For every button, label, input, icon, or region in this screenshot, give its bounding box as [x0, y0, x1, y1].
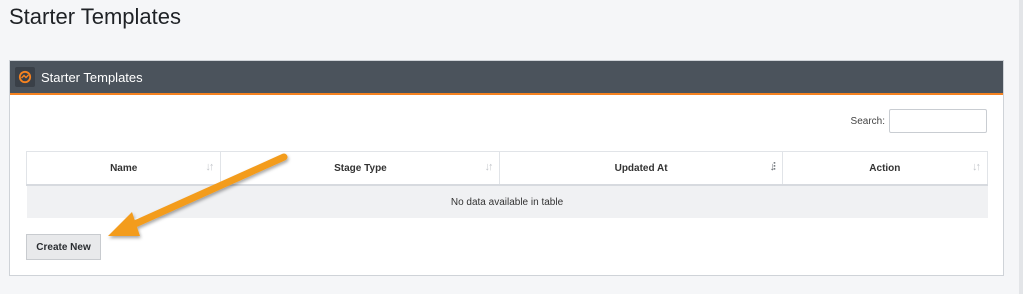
table-row: No data available in table: [26, 185, 988, 218]
templates-table: Name ↓↑ Stage Type ↓↑ Updated At ↓⫶ Acti…: [25, 151, 989, 218]
search-row: Search:: [851, 109, 987, 133]
column-header-updated-at[interactable]: Updated At ↓⫶: [499, 151, 783, 186]
search-label: Search:: [850, 115, 885, 127]
column-header-action[interactable]: Action ↓↑: [781, 151, 989, 186]
sort-icon: ↓↑: [972, 161, 981, 173]
table-header-row: Name ↓↑ Stage Type ↓↑ Updated At ↓⫶ Acti…: [25, 151, 989, 186]
starter-templates-panel: Starter Templates Search: Name ↓↑ Stage …: [9, 60, 1004, 276]
search-input[interactable]: [889, 109, 987, 133]
template-logo-icon: [15, 67, 35, 87]
panel-header: Starter Templates: [10, 61, 1003, 95]
create-new-button[interactable]: Create New: [26, 234, 101, 260]
panel-title: Starter Templates: [41, 69, 143, 85]
column-header-stage-type[interactable]: Stage Type ↓↑: [220, 151, 501, 186]
sort-icon: ↓↑: [205, 161, 214, 173]
sort-descending-icon: ↓⫶: [769, 161, 775, 173]
scrollbar[interactable]: [1019, 0, 1023, 294]
sort-icon: ↓↑: [484, 161, 493, 173]
page-title: Starter Templates: [9, 4, 182, 29]
column-header-name[interactable]: Name ↓↑: [25, 151, 222, 186]
empty-table-message: No data available in table: [26, 185, 988, 218]
